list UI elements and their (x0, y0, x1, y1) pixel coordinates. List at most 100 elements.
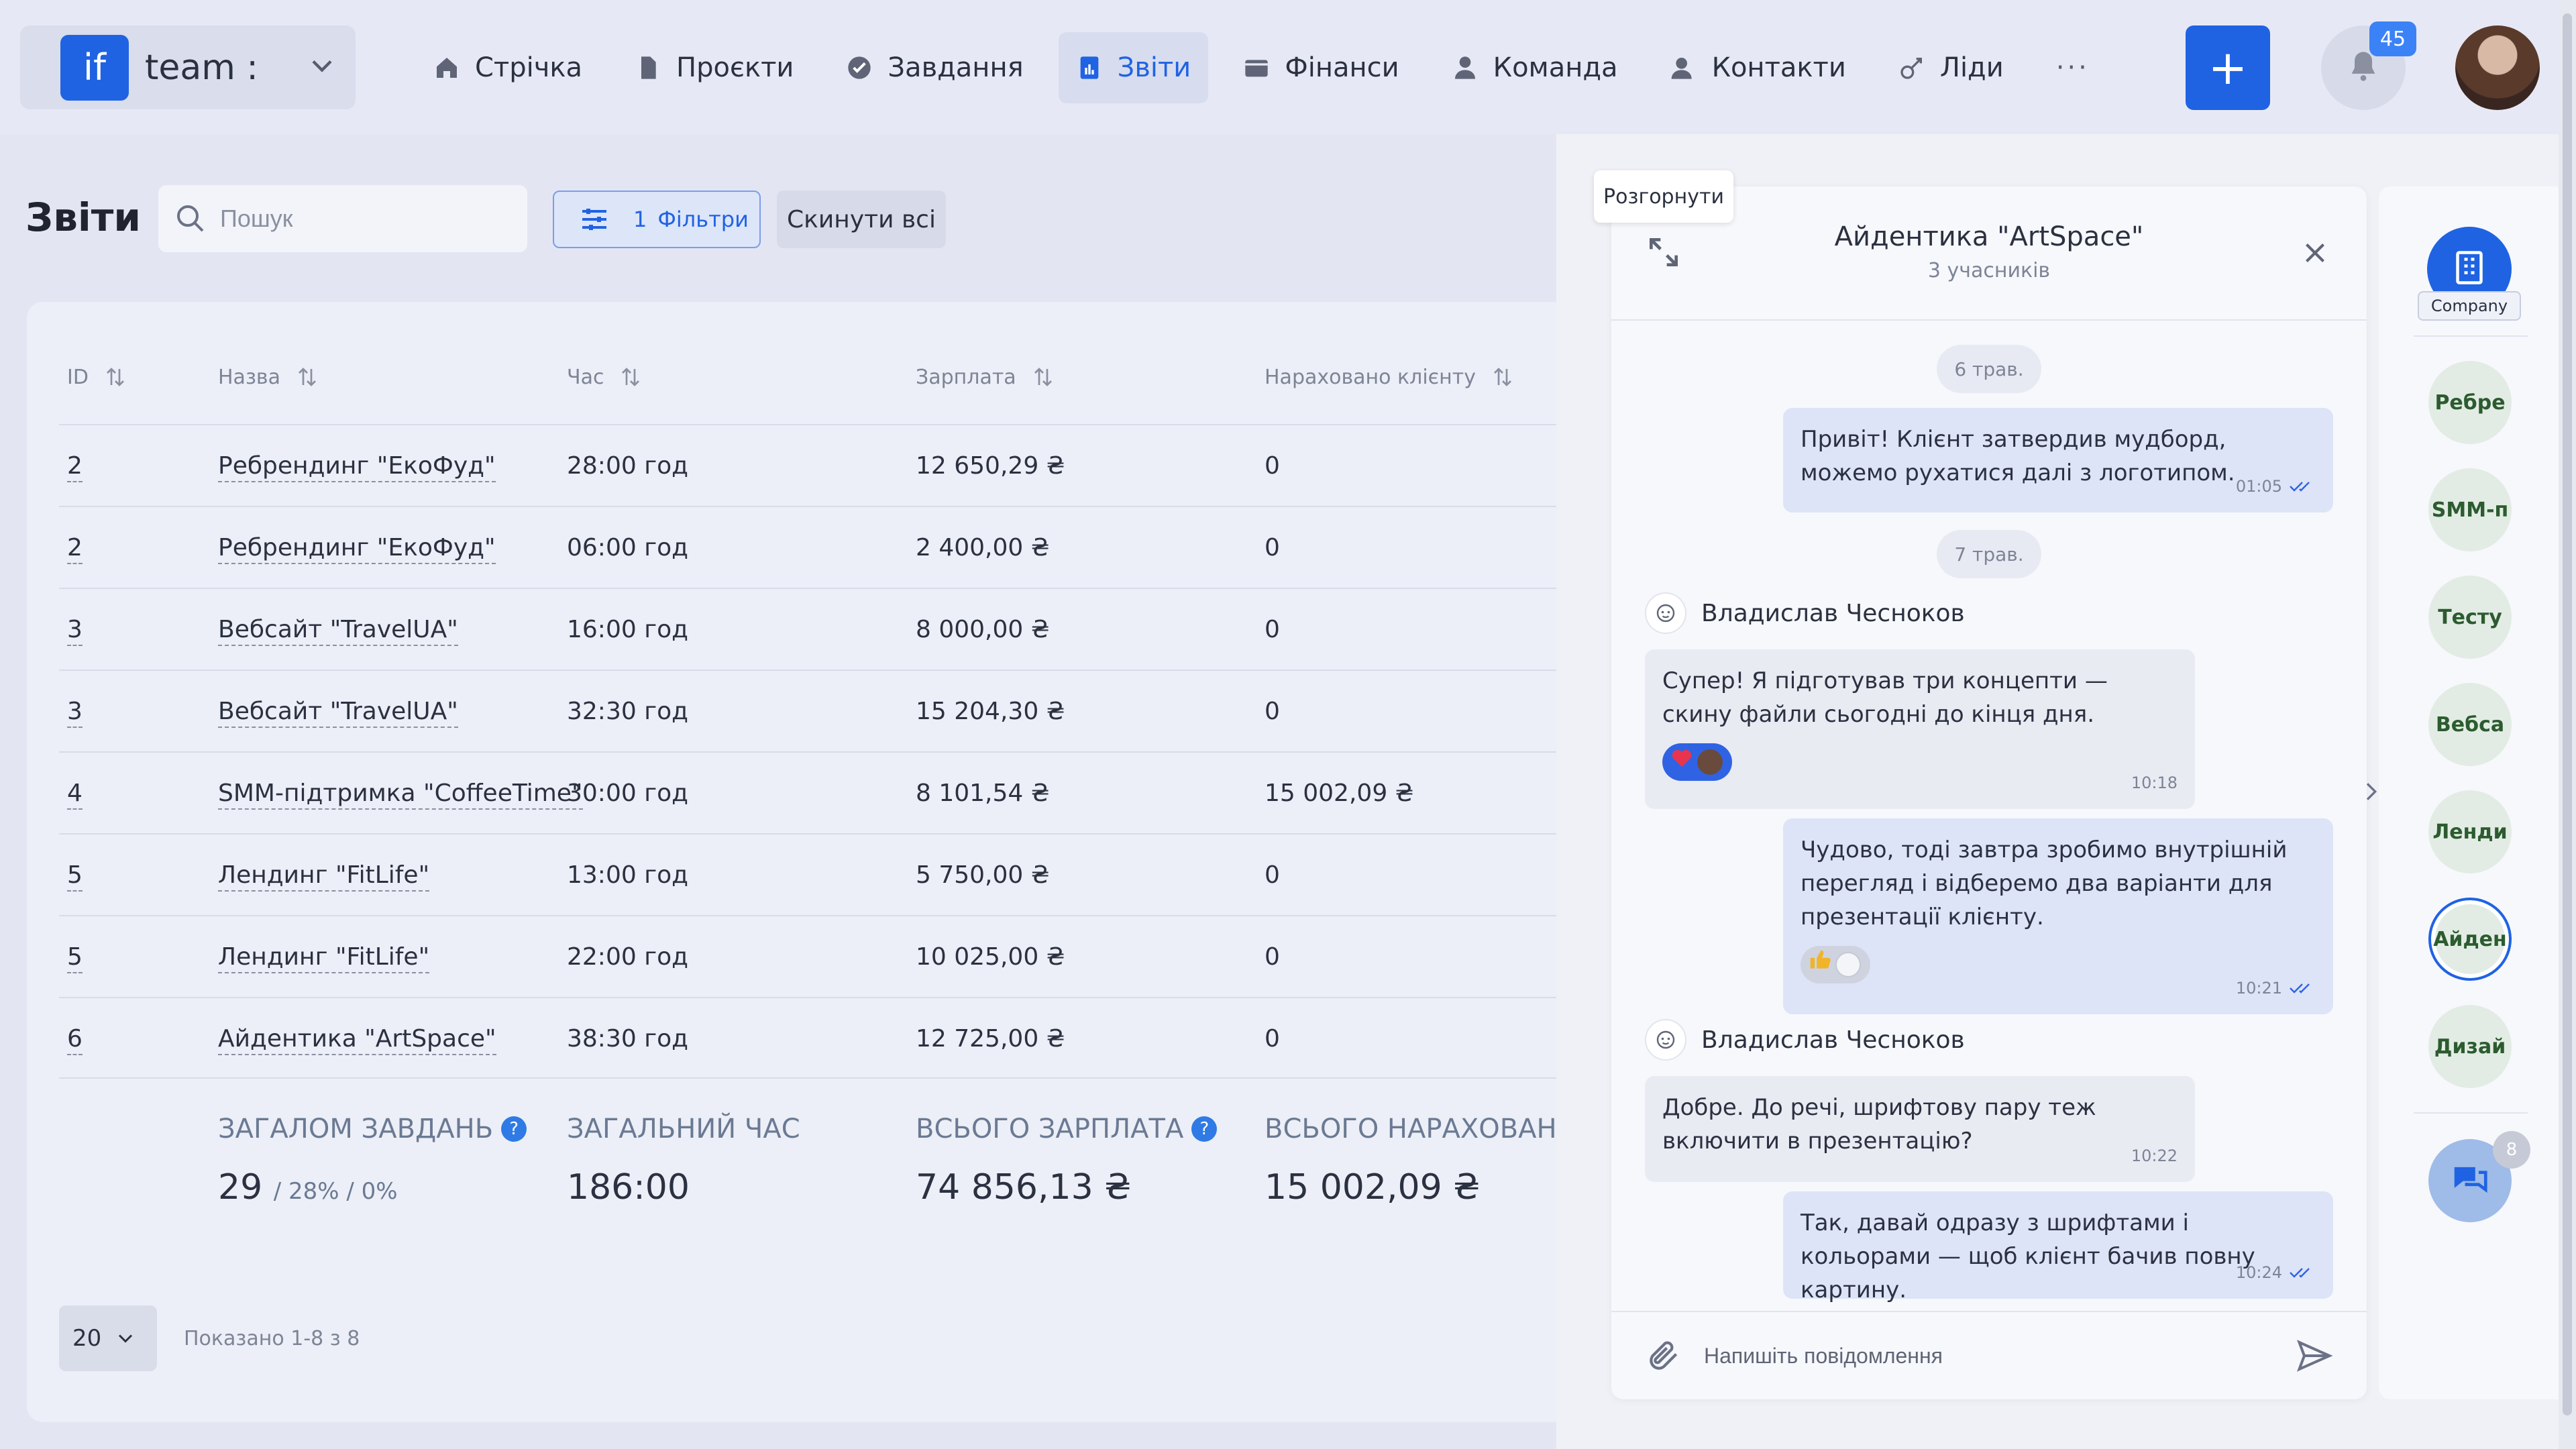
top-navigation: if team : Стрічка Проєкти Завдання Звіти… (0, 0, 2576, 134)
message-outgoing: Так, давай одразу з шрифтами і кольорами… (1783, 1191, 2333, 1303)
nav-item-leads[interactable]: Ліди (1881, 32, 2021, 103)
cell-name[interactable]: Вебсайт "TravelUA" (218, 698, 458, 728)
help-icon[interactable]: ? (1191, 1116, 1218, 1142)
message-sender: Владислав Чесноков (1645, 1018, 1965, 1061)
reaction-heart[interactable] (1662, 743, 1732, 781)
reactor-avatar (1697, 749, 1723, 775)
nav-item-label: Звіти (1117, 52, 1191, 83)
message-incoming: Супер! Я підготував три концепти — скину… (1645, 649, 2195, 809)
cell-id[interactable]: 3 (67, 616, 83, 646)
help-icon[interactable]: ? (501, 1116, 527, 1142)
cell-name[interactable]: Ребрендинг "ЕкоФуд" (218, 534, 496, 564)
cell-salary: 5 750,00 ₴ (916, 861, 1050, 889)
totals-tasks-label: ЗАГАЛОМ ЗАВДАНЬ ? (218, 1114, 527, 1144)
nav-item-finance[interactable]: Фінанси (1226, 32, 1416, 103)
scrollbar-thumb[interactable] (2563, 13, 2572, 1415)
double-check-icon (2289, 980, 2316, 996)
nav-item-team[interactable]: Команда (1434, 32, 1635, 103)
table-row[interactable]: 5 Лендинг "FitLife" 22:00 год 10 025,00 … (59, 915, 1630, 997)
table-row[interactable]: 3 Вебсайт "TravelUA" 16:00 год 8 000,00 … (59, 588, 1630, 669)
search-input[interactable] (220, 205, 475, 233)
send-icon[interactable] (2294, 1336, 2334, 1376)
cell-salary: 10 025,00 ₴ (916, 943, 1065, 971)
cell-time: 16:00 год (567, 616, 689, 643)
message-time: 01:05 (2236, 470, 2316, 503)
search-box[interactable] (158, 185, 527, 252)
nav-item-tasks[interactable]: Завдання (828, 32, 1040, 103)
cell-id[interactable]: 3 (67, 698, 83, 728)
message-reactions[interactable] (1662, 743, 2178, 781)
rail-chat-item[interactable]: Ленди (2428, 790, 2512, 873)
notifications-badge: 45 (2369, 21, 2416, 56)
double-check-icon (2289, 1265, 2316, 1281)
table-row[interactable]: 2 Ребрендинг "ЕкоФуд" 28:00 год 12 650,2… (59, 424, 1630, 506)
sort-icon (619, 365, 643, 389)
table-row[interactable]: 3 Вебсайт "TravelUA" 32:30 год 15 204,30… (59, 669, 1630, 751)
cell-name[interactable]: Ребрендинг "ЕкоФуд" (218, 452, 496, 482)
message-text: Супер! Я підготував три концепти — скину… (1662, 667, 2108, 728)
close-icon[interactable] (2298, 236, 2332, 270)
page-size-select[interactable]: 20 (59, 1305, 157, 1371)
search-icon (174, 203, 207, 235)
reset-filters-button[interactable]: Скинути всі (777, 191, 946, 248)
rail-chat-item[interactable]: Дизай (2428, 1005, 2512, 1088)
message-time: 10:21 (2236, 971, 2316, 1005)
team-switcher[interactable]: if team : (20, 25, 356, 109)
cell-id[interactable]: 2 (67, 452, 83, 482)
nav-more-button[interactable]: ··· (2039, 32, 2107, 103)
table-row[interactable]: 5 Лендинг "FitLife" 13:00 год 5 750,00 ₴… (59, 833, 1630, 915)
cell-id[interactable]: 4 (67, 780, 83, 810)
cell-id[interactable]: 2 (67, 534, 83, 564)
nav-item-contacts[interactable]: Контакти (1653, 32, 1864, 103)
user-avatar[interactable] (2455, 25, 2540, 110)
cell-id[interactable]: 5 (67, 861, 83, 892)
message-text: Привіт! Клієнт затвердив мудборд, можемо… (1801, 426, 2235, 486)
column-header-time[interactable]: Час (567, 365, 643, 389)
rail-chat-item-active[interactable]: Айден (2428, 898, 2512, 981)
cell-id[interactable]: 6 (67, 1025, 83, 1055)
cell-salary: 8 000,00 ₴ (916, 616, 1050, 643)
table-row[interactable]: 4 SMM-підтримка "CoffeeTime" 30:00 год 8… (59, 751, 1630, 833)
cell-name[interactable]: Лендинг "FitLife" (218, 943, 430, 973)
paperclip-icon[interactable] (1645, 1337, 1682, 1375)
message-time: 10:24 (2236, 1256, 2316, 1289)
rail-divider (2414, 1112, 2528, 1114)
reaction-thumbs-up[interactable] (1801, 946, 1870, 983)
cell-id[interactable]: 5 (67, 943, 83, 973)
column-header-salary[interactable]: Зарплата (916, 365, 1055, 389)
table-row[interactable]: 6 Айдентика "ArtSpace" 38:30 год 12 725,… (59, 997, 1630, 1079)
message-sender: Владислав Чесноков (1645, 592, 1965, 635)
nav-item-reports[interactable]: Звіти (1058, 32, 1209, 103)
nav-item-projects[interactable]: Проєкти (617, 32, 811, 103)
cell-name[interactable]: Лендинг "FitLife" (218, 861, 430, 892)
column-header-name[interactable]: Назва (218, 365, 319, 389)
column-header-id[interactable]: ID (67, 365, 127, 389)
filters-button[interactable]: 1 Фільтри (553, 191, 761, 248)
rail-chat-item[interactable]: Ребре (2428, 361, 2512, 444)
column-header-charged[interactable]: Нараховано клієнту (1265, 365, 1515, 389)
cell-name[interactable]: Вебсайт "TravelUA" (218, 616, 458, 646)
nav-item-feed[interactable]: Стрічка (416, 32, 600, 103)
rail-chat-item[interactable]: Вебса (2428, 683, 2512, 766)
company-label: Company (2418, 291, 2521, 321)
nav-item-label: Проєкти (676, 52, 794, 83)
rail-chat-item[interactable]: Тесту (2428, 576, 2512, 659)
nav-item-label: Завдання (888, 52, 1024, 83)
cell-salary: 12 650,29 ₴ (916, 452, 1065, 480)
table-row[interactable]: 2 Ребрендинг "ЕкоФуд" 06:00 год 2 400,00… (59, 506, 1630, 588)
rail-divider (2414, 335, 2528, 337)
thumbs-up-icon (1807, 947, 1833, 982)
totals-time-value: 186:00 (567, 1167, 690, 1208)
rail-chat-item[interactable]: SMM-п (2428, 468, 2512, 551)
filters-count: 1 (633, 207, 647, 232)
message-outgoing: Чудово, тоді завтра зробимо внутрішній п… (1783, 818, 2333, 1014)
cell-name[interactable]: SMM-підтримка "CoffeeTime" (218, 780, 583, 810)
create-button[interactable]: + (2186, 25, 2270, 110)
sort-icon (1491, 365, 1515, 389)
message-input[interactable] (1704, 1343, 2294, 1368)
home-icon (433, 54, 460, 81)
main-nav: Стрічка Проєкти Завдання Звіти Фінанси К… (416, 31, 2125, 105)
cell-salary: 8 101,54 ₴ (916, 780, 1050, 807)
page-scrollbar[interactable] (2559, 0, 2576, 1449)
cell-name[interactable]: Айдентика "ArtSpace" (218, 1025, 496, 1055)
